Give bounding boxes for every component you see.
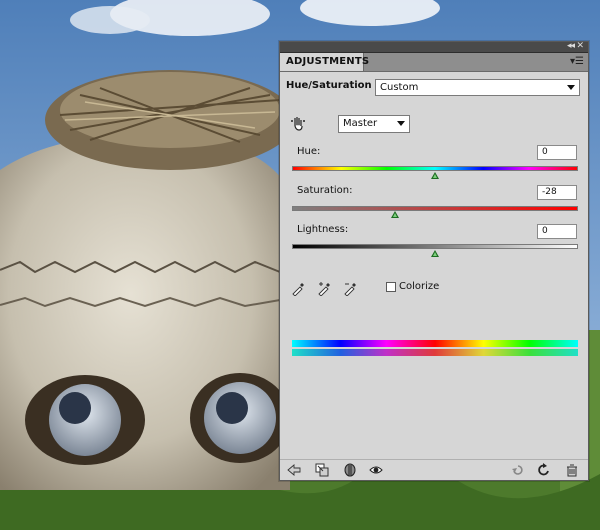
panel-menu-icon[interactable]: ▾☰ [570,56,584,68]
hue-label: Hue: [297,146,321,157]
preset-dropdown[interactable]: Custom [375,79,580,96]
hand-adjust-icon[interactable] [290,115,306,131]
eyedropper-minus-icon[interactable] [343,282,357,296]
hue-input[interactable]: 0 [537,145,577,160]
input-color-bar [292,340,578,347]
lightness-label: Lightness: [297,224,349,235]
preset-row: Hue/Saturation Custom [280,72,588,100]
lightness-slider-thumb[interactable] [431,250,439,257]
close-icon[interactable]: ✕ [576,40,584,52]
saturation-slider-thumb[interactable] [390,211,399,218]
preset-value: Custom [380,82,419,93]
channel-dropdown[interactable]: Master [338,115,410,133]
layer-mask-icon[interactable] [343,463,357,477]
chevron-down-icon [397,121,405,126]
saturation-input[interactable]: -28 [537,185,577,200]
reset-icon[interactable] [537,463,551,477]
adjustment-title: Hue/Saturation [286,80,372,91]
trash-icon[interactable] [565,463,579,477]
colorize-label: Colorize [399,281,440,292]
panel-tab-row: ADJUSTMENTS ▾☰ [280,53,588,72]
eyedropper-icon[interactable] [291,282,305,296]
hue-slider-track[interactable] [292,166,578,171]
chevron-down-icon [567,85,575,90]
tab-adjustments-label: ADJUSTMENTS [286,56,370,67]
lightness-input[interactable]: 0 [537,224,577,239]
channel-value: Master [343,118,378,129]
lightness-slider-track[interactable] [292,244,578,249]
clip-to-layer-icon[interactable] [315,463,329,477]
colorize-checkbox[interactable] [386,282,396,292]
panel-titlebar[interactable]: ◂◂ ✕ [280,40,588,53]
previous-state-icon[interactable] [511,463,525,477]
output-color-bar [292,349,578,356]
hue-slider-thumb[interactable] [431,172,439,179]
saturation-label: Saturation: [297,185,353,196]
adjustments-panel: ◂◂ ✕ ADJUSTMENTS ▾☰ Hue/Saturation Custo… [279,41,589,481]
back-arrow-icon[interactable] [287,463,301,477]
eyedropper-plus-icon[interactable] [317,282,331,296]
visibility-eye-icon[interactable] [369,463,383,477]
saturation-slider-track[interactable] [292,206,578,211]
collapse-icon[interactable]: ◂◂ [567,40,575,52]
panel-bottom-bar [280,459,588,480]
tab-adjustments[interactable]: ADJUSTMENTS [280,53,369,71]
